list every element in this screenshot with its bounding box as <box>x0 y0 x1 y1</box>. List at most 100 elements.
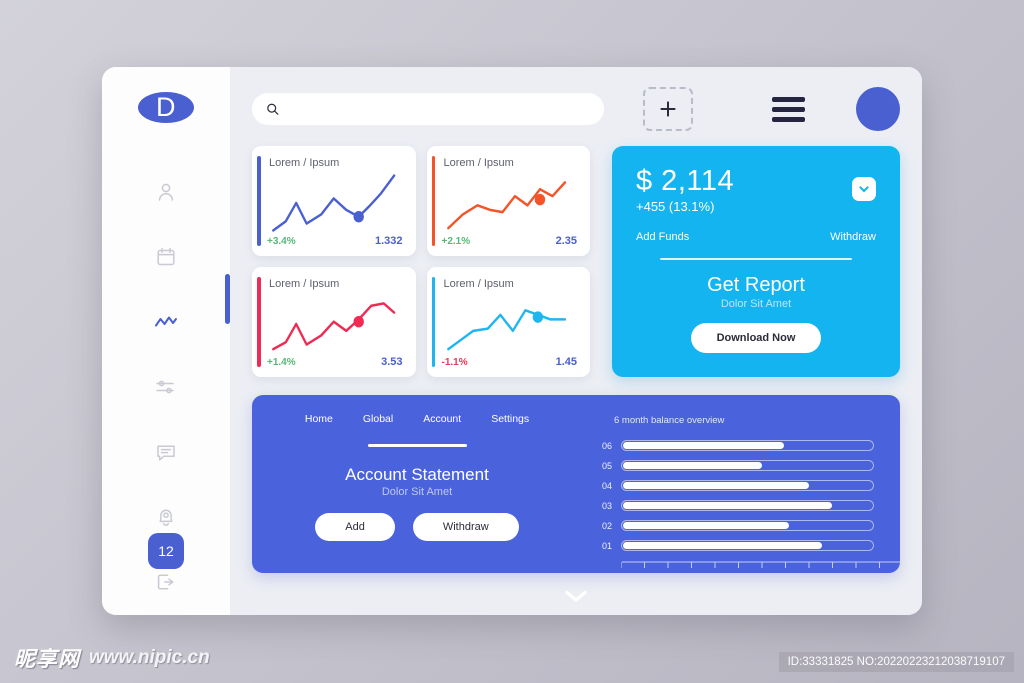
line-chart-icon <box>155 316 177 327</box>
bar-fill <box>623 542 822 549</box>
sliders-icon <box>156 380 174 394</box>
card-footer: +3.4% 1.332 <box>267 235 403 247</box>
card-footer: -1.1% 1.45 <box>442 356 578 368</box>
sparkline-chart <box>446 309 566 351</box>
hamburger-menu-icon <box>772 106 805 112</box>
sidebar-badge-label: 12 <box>158 543 174 559</box>
stat-card[interactable]: Lorem / Ipsum -1.1% 1.45 <box>426 267 590 377</box>
sidebar-item-analytics[interactable] <box>143 299 189 345</box>
app-window: D 12 Lorem / Ipsum +3.4% 1.332 Lorem / I… <box>102 67 922 615</box>
watermark: 昵享网 www.nipic.cn <box>14 643 210 673</box>
bar-row: 04 <box>592 477 874 494</box>
search-icon <box>267 103 279 115</box>
bar-track <box>621 540 874 551</box>
chat-bubble-icon <box>157 445 175 461</box>
logout-icon <box>157 574 174 590</box>
bar-fill <box>623 482 810 489</box>
sparkline-path <box>446 181 566 230</box>
bar-track <box>621 460 874 471</box>
avatar[interactable] <box>856 87 900 131</box>
bar-rows: 06 05 04 03 02 01 <box>592 437 874 554</box>
watermark-url: www.nipic.cn <box>89 647 210 668</box>
balance-amount: $ 2,114 <box>636 165 735 197</box>
sparkline-chart <box>446 181 566 230</box>
search-box[interactable] <box>252 93 604 125</box>
card-value: 1.45 <box>555 356 577 368</box>
sparkline-chart <box>272 302 396 351</box>
tab-underline <box>367 444 467 447</box>
bar-label: 04 <box>601 480 612 491</box>
sparkline-marker <box>532 311 543 323</box>
statement-buttons: Add Withdraw <box>315 513 519 541</box>
sidebar-item-settings[interactable] <box>143 364 189 410</box>
statement-tabs: Home Global Account Settings <box>305 413 529 425</box>
watermark-logo: 昵享网 <box>14 647 80 671</box>
card-title: Lorem / Ipsum <box>443 278 514 290</box>
bar-label: 03 <box>601 500 612 511</box>
bar-row: 03 <box>592 497 874 514</box>
chart-x-axis <box>620 561 900 568</box>
bell-icon <box>159 509 173 526</box>
user-icon <box>158 183 174 201</box>
hamburger-menu-button[interactable] <box>772 96 805 122</box>
add-button[interactable] <box>643 87 693 131</box>
balance-expand-button[interactable] <box>852 177 876 201</box>
chevron-down-icon <box>859 186 869 192</box>
tab-account[interactable]: Account <box>423 413 461 425</box>
withdraw-button-statement[interactable]: Withdraw <box>412 513 519 541</box>
brand-logo[interactable]: D <box>138 92 194 123</box>
tab-global[interactable]: Global <box>363 413 393 425</box>
bar-track <box>621 440 874 451</box>
bar-fill <box>623 462 762 469</box>
bar-row: 01 <box>592 537 874 554</box>
search-input[interactable] <box>287 102 590 116</box>
bar-label: 06 <box>601 440 612 451</box>
card-accent-bar <box>257 156 261 246</box>
card-value: 1.332 <box>374 235 403 247</box>
dashboard-content: Lorem / Ipsum +3.4% 1.332 Lorem / Ipsum <box>252 146 900 377</box>
bar-track <box>621 480 874 491</box>
image-id-badge: ID:33331825 NO:20220223212038719107 <box>778 652 1014 672</box>
withdraw-link[interactable]: Withdraw <box>830 231 876 243</box>
sidebar-item-profile[interactable] <box>143 169 189 215</box>
card-delta: +1.4% <box>267 357 296 368</box>
card-delta: -1.1% <box>441 357 468 368</box>
card-accent-bar <box>431 156 435 246</box>
bar-track <box>621 500 874 511</box>
add-funds-link[interactable]: Add Funds <box>636 231 689 243</box>
sidebar-item-calendar[interactable] <box>143 234 189 280</box>
card-title: Lorem / Ipsum <box>443 157 514 169</box>
bar-fill <box>623 502 832 509</box>
card-value: 3.53 <box>381 356 403 368</box>
panel-divider <box>660 258 852 260</box>
bar-track <box>621 520 874 531</box>
sparkline-path <box>446 309 566 351</box>
sparkline-path <box>272 302 396 351</box>
stat-cards-grid: Lorem / Ipsum +3.4% 1.332 Lorem / Ipsum <box>252 146 590 377</box>
hamburger-menu-icon <box>772 116 805 122</box>
tab-home[interactable]: Home <box>305 413 333 425</box>
card-accent-bar <box>431 277 435 367</box>
card-footer: +2.1% 2.35 <box>442 235 578 247</box>
card-title: Lorem / Ipsum <box>269 278 340 290</box>
stat-card[interactable]: Lorem / Ipsum +3.4% 1.332 <box>252 146 416 256</box>
chevron-down-icon <box>565 590 587 602</box>
card-value: 2.35 <box>555 235 577 247</box>
add-button-statement[interactable]: Add <box>315 513 395 541</box>
bar-fill <box>623 442 785 449</box>
expand-more-button[interactable] <box>230 589 922 603</box>
statement-title: Account Statement <box>345 465 489 484</box>
bar-label: 02 <box>601 520 612 531</box>
calendar-icon <box>157 247 175 266</box>
sidebar-item-messages[interactable] <box>143 429 189 475</box>
stat-card[interactable]: Lorem / Ipsum +2.1% 2.35 <box>426 146 590 256</box>
tab-settings[interactable]: Settings <box>491 413 529 425</box>
card-delta: +3.4% <box>267 236 296 247</box>
balance-change: +455 (13.1%) <box>636 199 715 215</box>
report-subtitle: Dolor Sit Amet <box>720 297 792 310</box>
balance-panel: $ 2,114 +455 (13.1%) Add Funds Withdraw … <box>612 146 900 377</box>
card-delta: +2.1% <box>441 236 471 247</box>
download-now-button[interactable]: Download Now <box>690 322 822 353</box>
stat-card[interactable]: Lorem / Ipsum +1.4% 3.53 <box>252 267 416 377</box>
sidebar-badge-count[interactable]: 12 <box>148 533 184 569</box>
